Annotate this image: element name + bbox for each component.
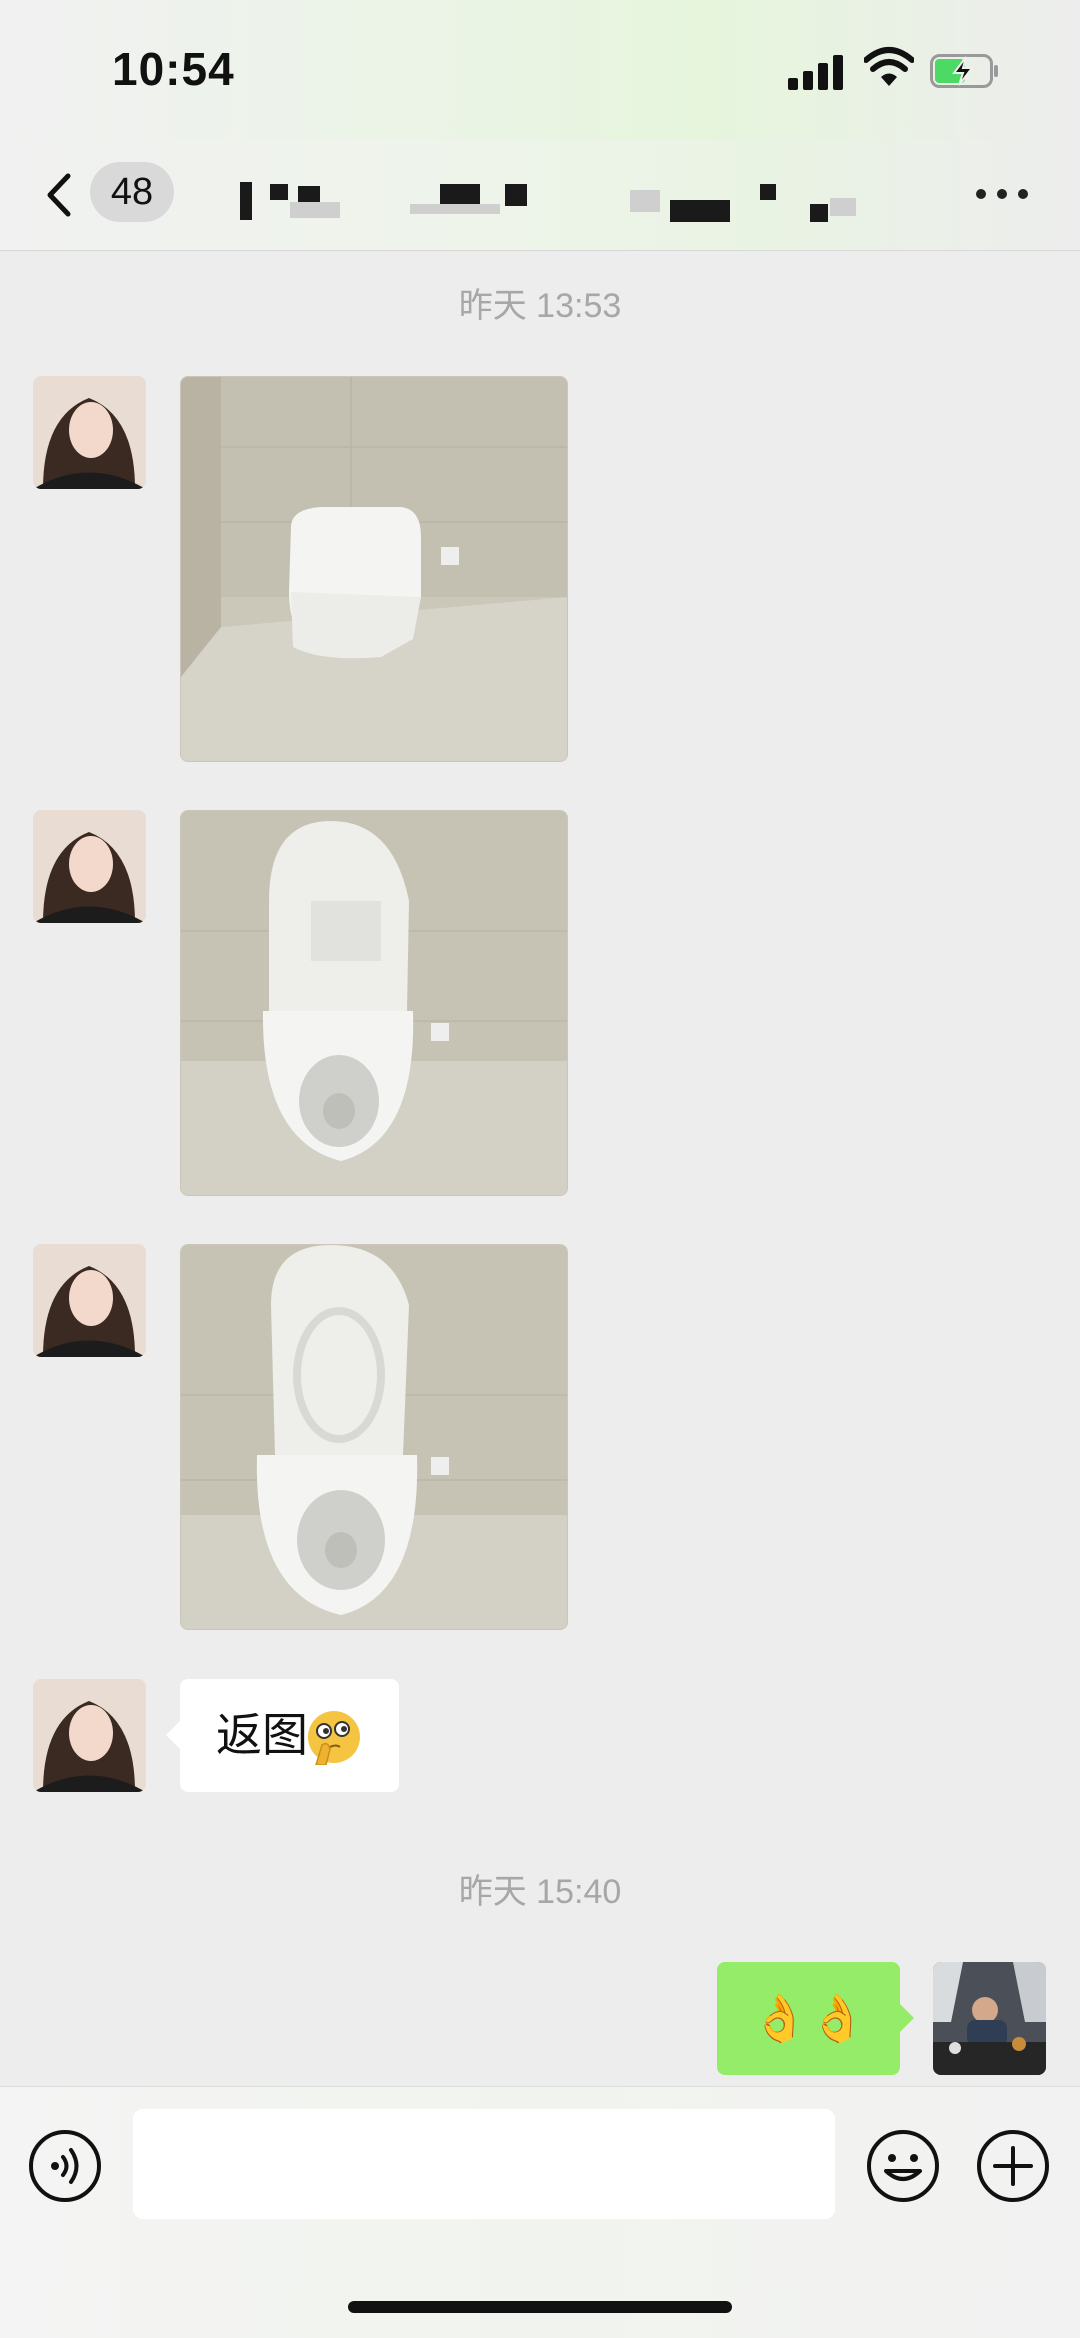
message-timestamp: 昨天 15:40 xyxy=(458,1873,622,1911)
home-indicator xyxy=(348,2301,732,2313)
thinking-emoji-icon xyxy=(308,1711,360,1765)
contact-avatar[interactable] xyxy=(33,810,146,923)
message-text: 返图 xyxy=(216,1709,308,1761)
toilet-photo-1[interactable] xyxy=(180,376,568,762)
plus-icon[interactable] xyxy=(976,2129,1050,2203)
emoji-icon[interactable] xyxy=(866,2129,940,2203)
unread-count-badge[interactable]: 48 xyxy=(90,162,174,222)
toilet-photo-2[interactable] xyxy=(180,810,568,1196)
chat-title-redacted xyxy=(230,180,910,222)
contact-avatar[interactable] xyxy=(33,376,146,489)
message-input[interactable] xyxy=(133,2109,835,2219)
contact-avatar[interactable] xyxy=(33,1244,146,1357)
chat-header: 48 xyxy=(0,140,1080,251)
contact-avatar[interactable] xyxy=(33,1679,146,1792)
toilet-photo-3[interactable] xyxy=(180,1244,568,1630)
status-bar: 10:54 xyxy=(0,0,1080,140)
back-arrow-icon[interactable] xyxy=(38,170,88,220)
cellular-signal-icon xyxy=(788,54,848,90)
my-avatar[interactable] xyxy=(933,1962,1046,2075)
input-toolbar xyxy=(0,2086,1080,2338)
battery-charging-icon xyxy=(930,54,998,88)
wifi-icon xyxy=(864,47,914,86)
voice-input-icon[interactable] xyxy=(28,2129,102,2203)
outgoing-emoji-message[interactable]: 👌👌 xyxy=(717,1962,914,2075)
message-timestamp: 昨天 13:53 xyxy=(458,287,622,325)
incoming-text-message[interactable]: 返图 xyxy=(166,1679,399,1792)
status-time: 10:54 xyxy=(112,43,235,95)
more-options-button[interactable] xyxy=(972,184,1032,204)
